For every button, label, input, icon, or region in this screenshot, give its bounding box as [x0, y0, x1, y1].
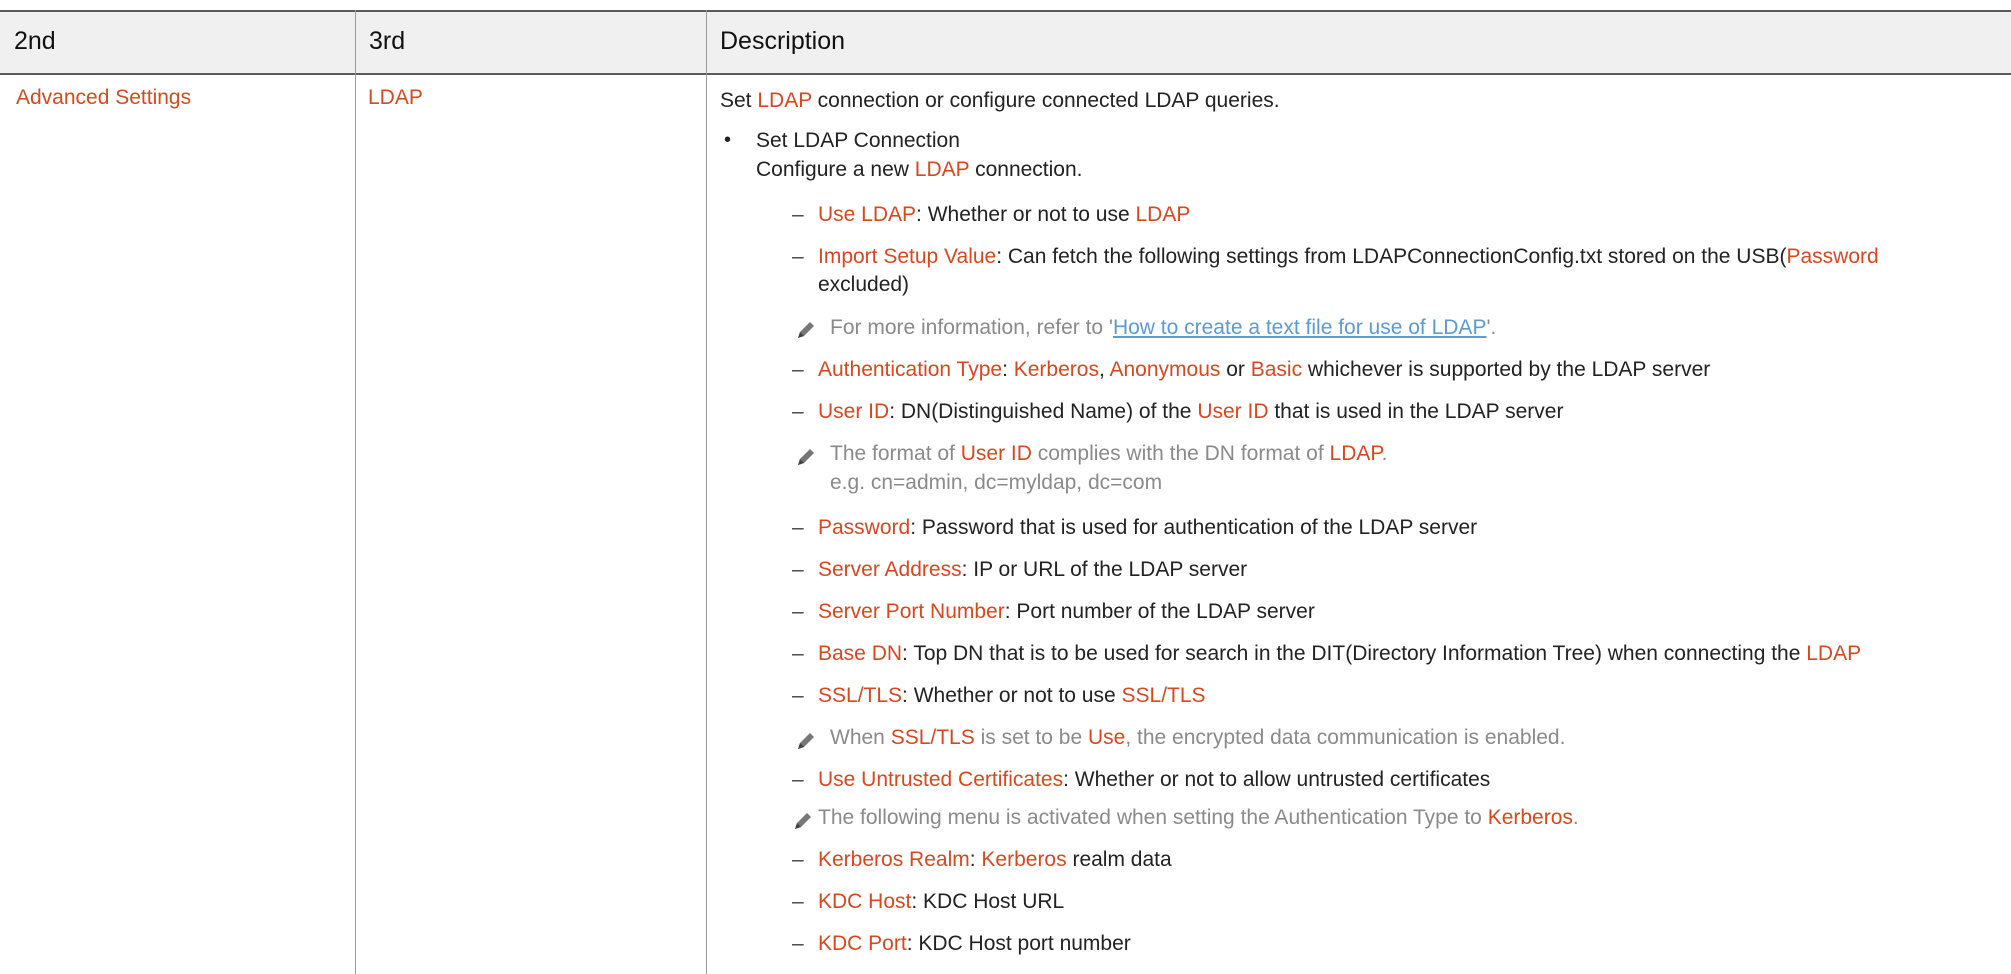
note-kerberos-menu: The following menu is activated when set…: [818, 806, 1579, 829]
column-divider: [355, 10, 356, 974]
cell-advanced-settings[interactable]: Advanced Settings: [16, 86, 191, 110]
dash: –: [792, 932, 804, 955]
note-ssl-tls: When SSL/TLS is set to be Use, the encry…: [830, 726, 1566, 749]
untrusted-certificates-label[interactable]: Use Untrusted Certificates: [818, 768, 1063, 791]
intro-text: Set LDAP connection or configure connect…: [720, 89, 1280, 112]
base-dn-item: Base DN: Top DN that is to be used for s…: [818, 642, 1862, 665]
ldap-text-file-link[interactable]: How to create a text file for use of LDA…: [1113, 316, 1487, 339]
cell-ldap[interactable]: LDAP: [368, 86, 423, 110]
note-more-info: For more information, refer to 'How to c…: [830, 316, 1497, 339]
dash: –: [792, 848, 804, 871]
dash: –: [792, 890, 804, 913]
dash: –: [792, 245, 804, 268]
header-description: Description: [720, 27, 846, 55]
dash: –: [792, 600, 804, 623]
dash: –: [792, 358, 804, 381]
authentication-type-label[interactable]: Authentication Type: [818, 358, 1002, 381]
set-ldap-connection-desc: Configure a new LDAP connection.: [756, 158, 1083, 181]
untrusted-certificates-item: Use Untrusted Certificates: Whether or n…: [818, 768, 1491, 791]
import-setup-item: Import Setup Value: Can fetch the follow…: [818, 245, 1879, 268]
dash: –: [792, 400, 804, 423]
user-id-item: User ID: DN(Distinguished Name) of the U…: [818, 400, 1564, 423]
import-setup-excluded: excluded): [818, 273, 910, 296]
dash: –: [792, 684, 804, 707]
authentication-type-item: Authentication Type: Kerberos, Anonymous…: [818, 358, 1711, 381]
server-address-item: Server Address: IP or URL of the LDAP se…: [818, 558, 1248, 581]
dash: –: [792, 642, 804, 665]
kdc-port-item: KDC Port: KDC Host port number: [818, 932, 1131, 955]
kerberos-realm-item: Kerberos Realm: Kerberos realm data: [818, 848, 1172, 871]
server-port-item: Server Port Number: Port number of the L…: [818, 600, 1315, 623]
header-3rd: 3rd: [369, 27, 406, 55]
user-id-label[interactable]: User ID: [818, 400, 889, 423]
table-header: 2nd 3rd Description: [0, 10, 2011, 75]
dash: –: [792, 516, 804, 539]
ssl-tls-label[interactable]: SSL/TLS: [818, 684, 902, 707]
use-ldap-label[interactable]: Use LDAP: [818, 203, 916, 226]
server-port-label[interactable]: Server Port Number: [818, 600, 1005, 623]
kdc-host-label[interactable]: KDC Host: [818, 890, 911, 913]
ssl-tls-item: SSL/TLS: Whether or not to use SSL/TLS: [818, 684, 1206, 707]
note-user-id-example: e.g. cn=admin, dc=myldap, dc=com: [830, 471, 1163, 494]
import-setup-label[interactable]: Import Setup Value: [818, 245, 996, 268]
column-divider: [706, 10, 707, 974]
base-dn-label[interactable]: Base DN: [818, 642, 902, 665]
pencil-note-icon: [798, 322, 814, 338]
pencil-note-icon: [798, 733, 814, 749]
password-item: Password: Password that is used for auth…: [818, 516, 1478, 539]
kerberos-realm-label[interactable]: Kerberos Realm: [818, 848, 970, 871]
header-2nd: 2nd: [14, 27, 56, 55]
kdc-port-label[interactable]: KDC Port: [818, 932, 907, 955]
use-ldap-item: Use LDAP: Whether or not to use LDAP: [818, 203, 1191, 226]
note-user-id-format: The format of User ID complies with the …: [830, 442, 1388, 465]
bullet-marker: •: [724, 129, 732, 151]
server-address-label[interactable]: Server Address: [818, 558, 962, 581]
password-label[interactable]: Password: [818, 516, 910, 539]
pencil-note-icon: [798, 449, 814, 465]
dash: –: [792, 768, 804, 791]
kdc-host-item: KDC Host: KDC Host URL: [818, 890, 1065, 913]
pencil-note-icon: [795, 813, 811, 829]
set-ldap-connection-title[interactable]: Set LDAP Connection: [756, 129, 960, 153]
dash: –: [792, 558, 804, 581]
